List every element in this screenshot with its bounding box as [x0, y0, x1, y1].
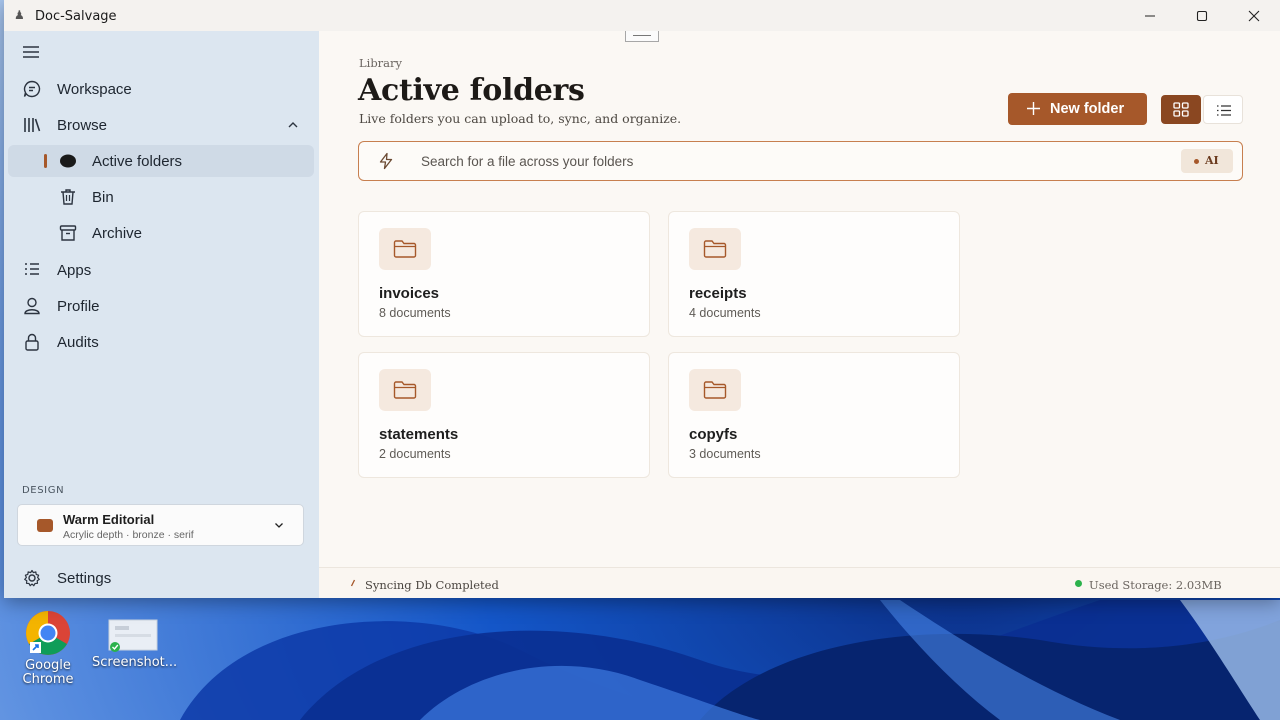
status-bar: Syncing Db Completed Used Storage: 2.03M…	[319, 567, 1280, 598]
desktop-icon-label: Screenshot...	[92, 655, 178, 670]
folder-card-copyfs[interactable]: copyfs 3 documents	[668, 352, 960, 478]
folder-card-receipts[interactable]: receipts 4 documents	[668, 211, 960, 337]
design-theme-select[interactable]: Warm Editorial Acrylic depth · bronze · …	[17, 504, 304, 546]
search-bar[interactable]: AI	[358, 141, 1243, 181]
maximize-button[interactable]	[1176, 0, 1228, 31]
sidebar-item-label: Apps	[57, 262, 92, 279]
list-icon	[1217, 105, 1231, 116]
sidebar-item-label: Active folders	[92, 153, 183, 170]
chevron-up-icon[interactable]	[286, 118, 300, 132]
search-input[interactable]	[421, 151, 1161, 171]
sidebar-item-label: Browse	[57, 117, 108, 134]
sidebar-item-label: Profile	[57, 298, 100, 315]
close-icon	[1248, 10, 1260, 21]
main-content: Library Active folders Live folders you …	[319, 31, 1280, 598]
drag-handle[interactable]	[625, 31, 659, 42]
folder-icon-tile	[689, 228, 741, 270]
window-title: Doc-Salvage	[35, 9, 117, 24]
trash-icon	[61, 189, 75, 205]
sync-status-icon	[350, 579, 356, 587]
grid-view-button[interactable]	[1161, 95, 1201, 124]
chrome-icon	[21, 609, 75, 657]
folder-name: receipts	[689, 285, 747, 302]
app-logo-icon: ♟	[14, 8, 25, 22]
folder-icon-tile	[379, 228, 431, 270]
desktop-icon-screenshot[interactable]: Screenshot...	[92, 616, 178, 670]
hamburger-menu-button[interactable]	[21, 44, 41, 60]
close-button[interactable]	[1228, 0, 1280, 31]
sidebar-item-label: Archive	[92, 225, 143, 242]
chat-icon	[23, 80, 41, 98]
grid-icon	[1173, 102, 1189, 117]
archive-icon	[59, 225, 77, 241]
page-title: Active folders	[358, 73, 585, 108]
sidebar-item-label: Audits	[57, 334, 99, 351]
plus-icon	[1027, 102, 1040, 115]
storage-status-dot	[1075, 580, 1082, 587]
title-bar[interactable]: ♟ Doc-Salvage	[4, 0, 1280, 31]
folder-icon	[703, 240, 727, 258]
lock-icon	[25, 333, 39, 351]
desktop-icon-label: Google Chrome	[22, 658, 74, 687]
sidebar-item-label: Workspace	[57, 81, 132, 98]
theme-description: Acrylic depth · bronze · serif	[63, 529, 194, 541]
sidebar-item-settings[interactable]: Settings	[8, 562, 314, 594]
folder-icon-tile	[689, 369, 741, 411]
minimize-button[interactable]	[1124, 0, 1176, 31]
folder-icon	[393, 381, 417, 399]
person-icon	[24, 297, 40, 315]
gear-icon	[24, 569, 40, 587]
image-file-icon	[105, 616, 159, 654]
folder-icon-tile	[379, 369, 431, 411]
app-window: ♟ Doc-Salvage Workspace Browse Active fo…	[4, 0, 1280, 598]
desktop-icon-chrome[interactable]: Google Chrome	[8, 609, 88, 687]
folder-document-count: 2 documents	[379, 447, 451, 461]
folder-icon	[393, 240, 417, 258]
sidebar-item-browse[interactable]: Browse	[8, 109, 314, 141]
ai-label: AI	[1205, 154, 1219, 167]
sync-status-text: Syncing Db Completed	[365, 578, 499, 592]
folder-document-count: 8 documents	[379, 306, 451, 320]
folder-name: statements	[379, 426, 459, 443]
folder-document-count: 4 documents	[689, 306, 761, 320]
sidebar-item-apps[interactable]: Apps	[8, 254, 314, 286]
folder-icon	[703, 381, 727, 399]
minimize-icon	[1145, 15, 1155, 16]
storage-usage-text: Used Storage: 2.03MB	[1089, 578, 1222, 592]
folder-name: invoices	[379, 285, 440, 302]
new-folder-label: New folder	[1050, 101, 1125, 117]
sidebar: Workspace Browse Active folders Bin Arch…	[4, 31, 319, 598]
theme-name: Warm Editorial	[63, 512, 155, 527]
lightning-icon	[379, 152, 393, 170]
library-icon	[24, 118, 41, 132]
sidebar-item-active-folders[interactable]: Active folders	[8, 145, 314, 177]
sidebar-item-profile[interactable]: Profile	[8, 290, 314, 322]
ai-status-dot	[1194, 159, 1199, 164]
active-indicator	[44, 154, 47, 168]
list-view-button[interactable]	[1203, 95, 1243, 124]
ai-toggle-badge[interactable]: AI	[1181, 149, 1233, 173]
folder-card-invoices[interactable]: invoices 8 documents	[358, 211, 650, 337]
dot-icon	[60, 154, 76, 168]
sidebar-item-label: Settings	[57, 570, 112, 587]
sidebar-item-archive[interactable]: Archive	[8, 217, 314, 249]
folder-name: copyfs	[689, 426, 738, 443]
maximize-icon	[1196, 10, 1208, 21]
sidebar-item-audits[interactable]: Audits	[8, 326, 314, 358]
new-folder-button[interactable]: New folder	[1008, 93, 1147, 125]
sidebar-item-bin[interactable]: Bin	[8, 181, 314, 213]
chevron-down-icon	[275, 523, 283, 528]
page-subtitle: Live folders you can upload to, sync, an…	[359, 111, 682, 126]
folder-card-statements[interactable]: statements 2 documents	[358, 352, 650, 478]
hamburger-icon	[23, 46, 39, 58]
sidebar-item-label: Bin	[92, 189, 114, 206]
design-section-heading: DESIGN	[22, 485, 65, 496]
apps-list-icon	[25, 263, 39, 275]
folder-document-count: 3 documents	[689, 447, 761, 461]
breadcrumb[interactable]: Library	[359, 56, 402, 70]
sidebar-item-workspace[interactable]: Workspace	[8, 73, 314, 105]
theme-color-swatch	[37, 519, 53, 532]
